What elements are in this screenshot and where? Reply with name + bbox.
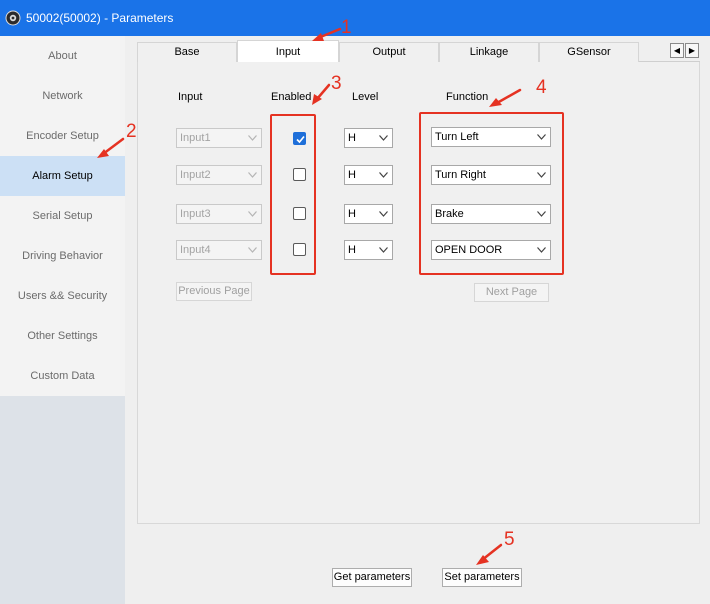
arrow-icon	[476, 543, 503, 565]
arrow-icon	[312, 27, 342, 41]
arrow-icon	[97, 137, 125, 158]
annotation-arrows	[97, 27, 522, 565]
arrow-icon	[312, 83, 331, 105]
arrow-icon	[489, 88, 522, 107]
